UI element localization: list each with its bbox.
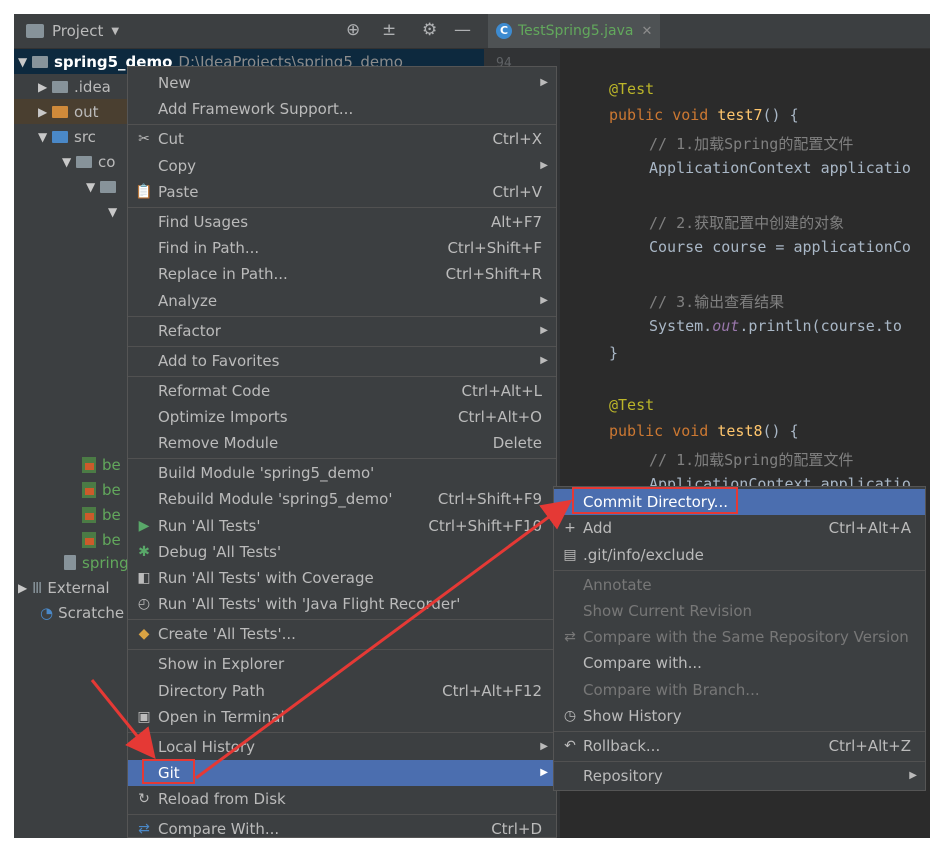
annotation-arrow-to-commit — [195, 499, 573, 780]
annotation-arrow-to-git — [90, 679, 156, 760]
annotation-arrows — [90, 499, 573, 780]
